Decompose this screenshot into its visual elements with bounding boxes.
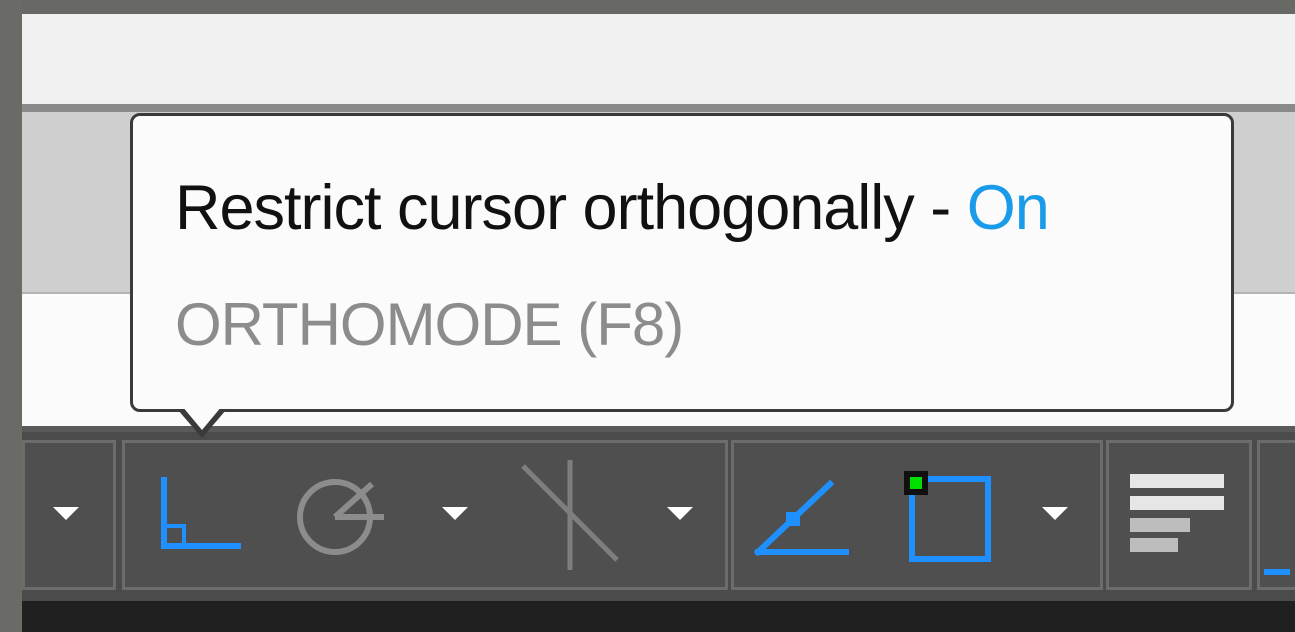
tooltip-pointer-fill <box>182 406 222 430</box>
object-snap-icon[interactable] <box>900 467 1000 567</box>
left-edge <box>0 0 22 632</box>
drawing-area-edge <box>22 601 1295 632</box>
tooltip <box>130 113 1234 412</box>
window-top-edge <box>22 0 1295 14</box>
partial-icon[interactable] <box>1262 540 1295 580</box>
ortho-mode-icon[interactable] <box>150 470 250 560</box>
dropdown-arrow-icon[interactable] <box>53 507 79 520</box>
panel-area-top <box>22 14 1295 104</box>
tooltip-title-text: Restrict cursor orthogonally - <box>175 173 967 243</box>
tooltip-state: On <box>966 173 1050 243</box>
isometric-dropdown-arrow-icon[interactable] <box>667 507 693 520</box>
polar-tracking-icon[interactable] <box>292 470 392 560</box>
polar-dropdown-arrow-icon[interactable] <box>442 507 468 520</box>
object-snap-tracking-icon[interactable] <box>750 472 860 562</box>
tooltip-title: Restrict cursor orthogonally - On <box>175 172 1050 244</box>
isometric-drafting-icon[interactable] <box>515 456 625 576</box>
osnap-dropdown-arrow-icon[interactable] <box>1042 507 1068 520</box>
lineweight-icon[interactable] <box>1126 472 1226 557</box>
tooltip-command: ORTHOMODE (F8) <box>175 291 684 358</box>
panel-divider <box>22 104 1295 112</box>
